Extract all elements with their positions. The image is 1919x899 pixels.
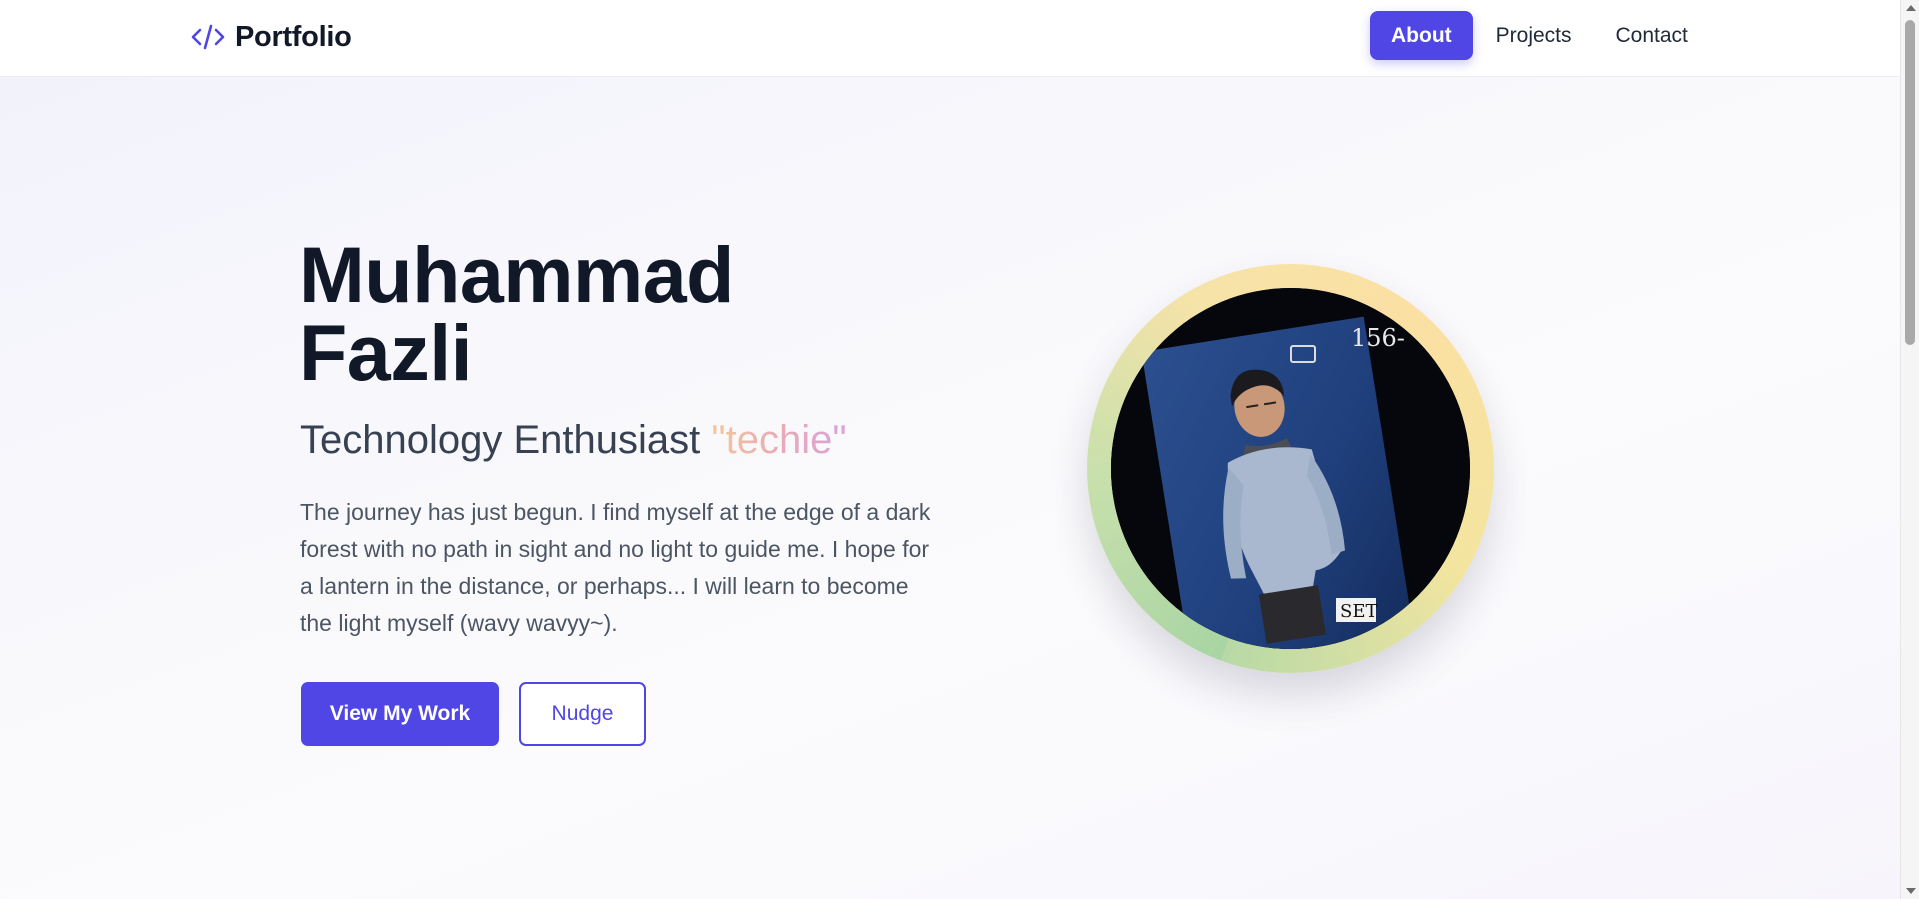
overlay-aperture: .0 xyxy=(1111,371,1130,396)
nav-link-projects[interactable]: Projects xyxy=(1475,11,1593,60)
hero-name-last: Fazli xyxy=(299,308,473,397)
view-my-work-button[interactable]: View My Work xyxy=(301,682,499,746)
hero-description: The journey has just begun. I find mysel… xyxy=(300,499,931,636)
navbar: Portfolio About Projects Contact xyxy=(0,0,1900,77)
brand-text: Portfolio xyxy=(235,20,352,53)
scroll-up-icon[interactable] xyxy=(1906,5,1916,11)
scroll-down-icon[interactable] xyxy=(1906,888,1916,894)
brand-logo[interactable]: Portfolio xyxy=(191,17,352,57)
nav-links: About Projects Contact xyxy=(1370,11,1709,60)
page-scrollbar[interactable] xyxy=(1900,0,1919,899)
nav-link-contact[interactable]: Contact xyxy=(1595,11,1709,60)
overlay-number: 156- xyxy=(1351,324,1405,352)
code-brackets-icon xyxy=(191,24,225,50)
profile-photo-illustration: 156- .0 SET xyxy=(1111,288,1470,649)
hero-subtitle: Technology Enthusiast "techie" xyxy=(300,418,847,463)
profile-photo-frame: 156- .0 SET xyxy=(1087,264,1494,673)
nudge-button[interactable]: Nudge xyxy=(519,682,646,746)
hero-highlight: "techie" xyxy=(711,418,847,462)
hero-subtitle-text: Technology Enthusiast xyxy=(300,418,701,462)
scrollbar-thumb[interactable] xyxy=(1905,20,1915,345)
overlay-set: SET xyxy=(1340,601,1377,622)
hero-name-first: Muhammad xyxy=(299,230,734,319)
nav-link-about[interactable]: About xyxy=(1370,11,1473,60)
profile-photo: 156- .0 SET xyxy=(1111,288,1470,649)
hero-name: Muhammad Fazli xyxy=(299,230,859,397)
